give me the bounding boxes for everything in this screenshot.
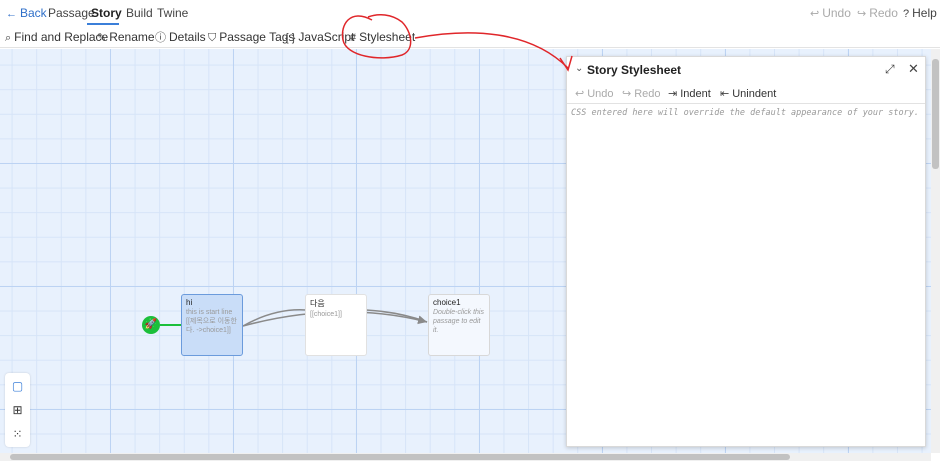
- annotation-arrow: [414, 32, 569, 69]
- annotation-overlay: [341, 13, 573, 72]
- annotation-circle: [341, 13, 412, 59]
- horizontal-scroll-thumb[interactable]: [10, 454, 790, 460]
- horizontal-scrollbar[interactable]: [0, 453, 931, 461]
- vertical-scrollbar[interactable]: [931, 49, 940, 453]
- vertical-scroll-thumb[interactable]: [932, 59, 939, 169]
